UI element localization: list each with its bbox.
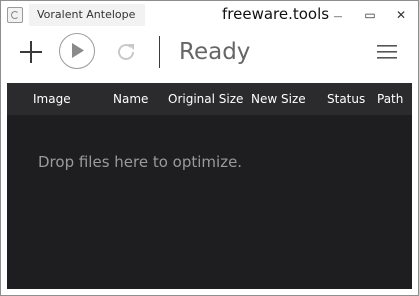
app-window: Voralent Antelope freeware.tools — ▭ ✕ R… — [0, 0, 419, 296]
site-watermark: freeware.tools — [222, 5, 330, 23]
drop-zone-hint: Drop files here to optimize. — [38, 153, 243, 171]
column-header-original-size[interactable]: Original Size — [168, 83, 243, 115]
hamburger-menu-icon — [377, 45, 397, 59]
minimize-icon: — — [333, 12, 343, 22]
start-optimize-button[interactable] — [59, 33, 95, 69]
column-header-new-size[interactable]: New Size — [251, 83, 306, 115]
refresh-button[interactable] — [114, 40, 138, 64]
status-label: Ready — [179, 39, 251, 65]
maximize-button[interactable]: ▭ — [360, 7, 380, 23]
table-header: Image Name Original Size New Size Status… — [7, 83, 412, 115]
refresh-icon — [118, 44, 134, 60]
column-header-image[interactable]: Image — [33, 83, 71, 115]
maximize-icon: ▭ — [364, 8, 376, 22]
minimize-button[interactable]: — — [328, 7, 348, 23]
app-title: Voralent Antelope — [29, 4, 145, 26]
title-bar[interactable]: Voralent Antelope freeware.tools — ▭ ✕ — [1, 1, 418, 31]
play-icon — [72, 43, 84, 58]
menu-button[interactable] — [377, 44, 397, 60]
file-list-panel[interactable]: Image Name Original Size New Size Status… — [7, 83, 412, 289]
plus-icon — [20, 41, 42, 63]
app-logo-icon — [7, 7, 23, 23]
column-header-name[interactable]: Name — [113, 83, 148, 115]
add-files-button[interactable] — [19, 40, 43, 64]
close-button[interactable]: ✕ — [391, 7, 411, 23]
column-header-status[interactable]: Status — [327, 83, 365, 115]
close-icon: ✕ — [395, 8, 407, 22]
column-header-path[interactable]: Path — [377, 83, 403, 115]
toolbar-divider — [159, 36, 160, 68]
